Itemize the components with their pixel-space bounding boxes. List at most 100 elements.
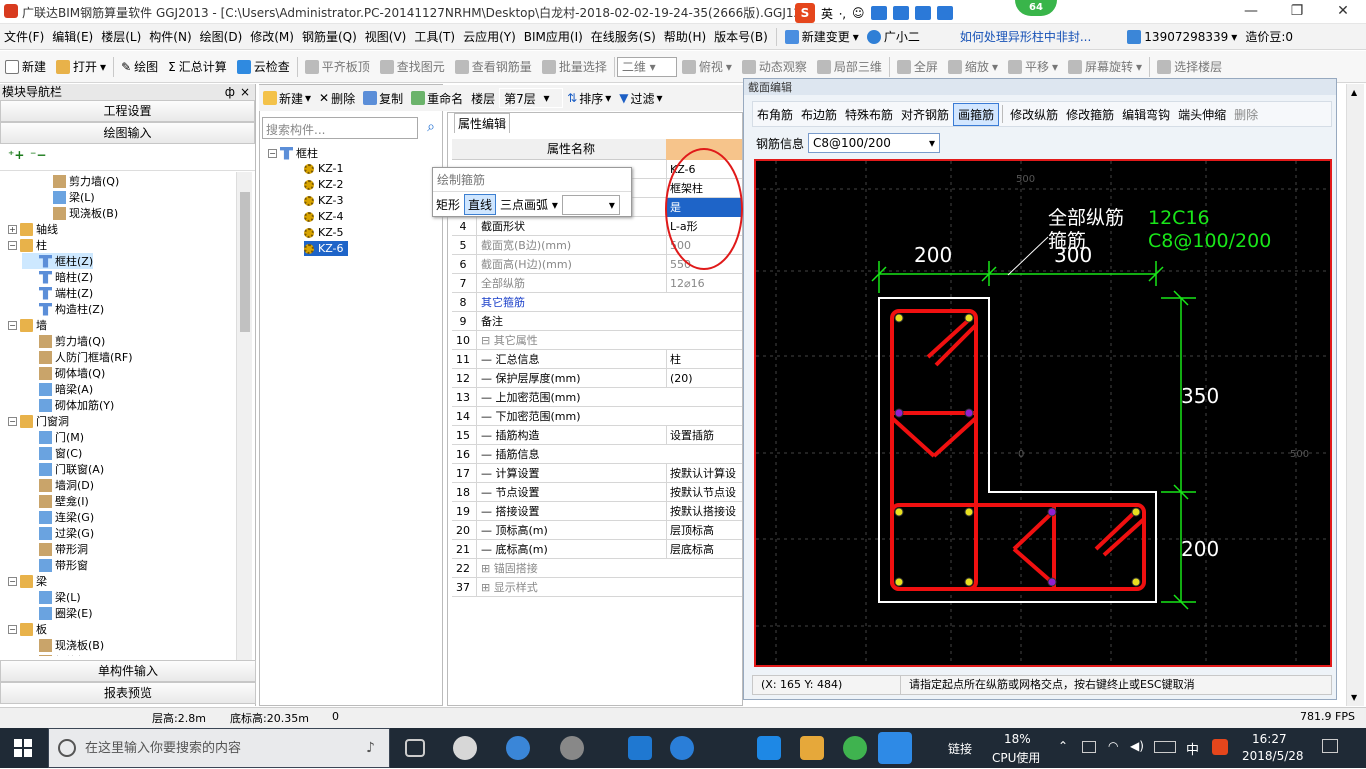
tree-item[interactable]: 暗柱(Z) [22, 269, 93, 285]
coins-display[interactable]: 造价豆:0 [1241, 28, 1297, 45]
tree-item[interactable]: 门联窗(A) [22, 461, 104, 477]
modify-long-rebar-button[interactable]: 修改纵筋 [1006, 104, 1062, 125]
tree-item[interactable]: 墙洞(D) [22, 477, 94, 493]
emoji-icon[interactable]: ☺ [852, 6, 865, 20]
user-account[interactable]: 13907298339 ▾ [1123, 29, 1241, 44]
property-row[interactable]: 20 — 顶标高(m) 层顶标高 [452, 521, 742, 540]
active-app-icon[interactable] [878, 732, 912, 764]
edit-hook-button[interactable]: 编辑弯钩 [1118, 104, 1174, 125]
tree-item[interactable]: − 梁 [8, 573, 47, 589]
sum-calc-button[interactable]: Σ 汇总计算 [163, 58, 232, 75]
wifi-icon[interactable]: ◠ [1108, 739, 1118, 753]
tree-item[interactable]: − 墙 [8, 317, 47, 333]
local-3d-button[interactable]: 局部三维 [812, 58, 887, 75]
menu-cloud[interactable]: 云应用(Y) [459, 28, 520, 45]
open-file-button[interactable]: 打开 ▾ [51, 58, 111, 75]
collapse-icon[interactable]: − [8, 576, 17, 586]
tree-item[interactable]: 窗(C) [22, 445, 82, 461]
nav-close-icon[interactable]: × [240, 84, 250, 100]
component-item[interactable]: KZ-5 [304, 225, 344, 240]
tree-item[interactable]: 连梁(G) [22, 509, 94, 525]
rename-component-button[interactable]: 重命名 [407, 90, 467, 107]
draw-input-button[interactable]: 绘图输入 [0, 122, 255, 144]
zoom-button[interactable]: 缩放 ▾ [943, 58, 1003, 75]
align-rebar-button[interactable]: 对齐钢筋 [897, 104, 953, 125]
property-row[interactable]: 12 — 保护层厚度(mm) (20) [452, 369, 742, 388]
property-row[interactable]: 10 ⊟ 其它属性 [452, 331, 742, 350]
property-row[interactable]: 13 — 上加密范围(mm) [452, 388, 742, 407]
collapse-icon[interactable]: − [8, 624, 17, 634]
corner-rebar-button[interactable]: 布角筋 [753, 104, 797, 125]
clock-time[interactable]: 16:27 [1252, 732, 1287, 746]
main-vertical-scrollbar[interactable]: ▲ ▼ [1346, 84, 1364, 706]
close-button[interactable]: ✕ [1320, 0, 1366, 24]
keyboard-tray-icon[interactable] [1154, 741, 1176, 753]
draw-button[interactable]: ✎ 绘图 [116, 58, 163, 75]
cloud-check-button[interactable]: 云检查 [232, 58, 295, 75]
minimize-button[interactable]: — [1228, 0, 1274, 24]
tree-item[interactable]: 壁龛(I) [22, 493, 89, 509]
special-rebar-button[interactable]: 特殊布筋 [841, 104, 897, 125]
arc-mode-button[interactable]: 三点画弧 ▾ [500, 196, 558, 213]
sogou-icon[interactable]: S [795, 3, 815, 23]
score-badge[interactable]: 64 [1015, 0, 1057, 16]
skin-icon[interactable] [914, 6, 931, 20]
clock-date[interactable]: 2018/5/28 [1242, 749, 1304, 763]
edge-icon[interactable] [628, 736, 652, 760]
section-canvas[interactable]: 500 0 500 200 300 350 200 全部纵筋 箍筋 12C16 [754, 159, 1332, 667]
menu-bim[interactable]: BIM应用(I) [520, 28, 587, 45]
component-item[interactable]: KZ-1 [304, 161, 344, 176]
help-link[interactable]: 如何处理异形柱中非封... [956, 28, 1095, 45]
menu-modify[interactable]: 修改(M) [246, 28, 298, 45]
sort-button[interactable]: ⇅ 排序 ▾ [563, 90, 615, 107]
level-top-button[interactable]: 平齐板顶 [300, 58, 375, 75]
tree-item[interactable]: − 门窗洞 [8, 413, 69, 429]
tree-item[interactable]: 人防门框墙(RF) [22, 349, 133, 365]
browser-360-icon[interactable] [843, 736, 867, 760]
expand-all-icon[interactable]: ⁺+ [8, 148, 24, 162]
fullscreen-button[interactable]: 全屏 [892, 58, 943, 75]
menu-draw[interactable]: 绘图(D) [196, 28, 247, 45]
collapse-icon[interactable]: − [8, 320, 17, 330]
component-item[interactable]: KZ-3 [304, 193, 344, 208]
tree-item[interactable]: 梁(L) [36, 189, 95, 205]
floor-select[interactable]: 第7层 ▾ [499, 88, 564, 108]
scroll-down-icon[interactable]: ▼ [1351, 693, 1357, 702]
tree-item[interactable]: 过梁(G) [22, 525, 94, 541]
tree-item[interactable]: 构造柱(Z) [22, 301, 104, 317]
keyboard-icon[interactable] [892, 6, 909, 20]
component-item[interactable]: KZ-4 [304, 209, 344, 224]
modify-stirrup-button[interactable]: 修改箍筋 [1062, 104, 1118, 125]
collapse-toggle[interactable]: − [268, 148, 277, 158]
nav-scroll-thumb[interactable] [240, 192, 250, 332]
property-row[interactable]: 19 — 搭接设置 按默认搭接设 [452, 502, 742, 521]
tree-item[interactable]: 砌体加筋(Y) [22, 397, 114, 413]
top-view-button[interactable]: 俯视 ▾ [677, 58, 737, 75]
sogou-tray-icon[interactable] [1212, 739, 1228, 755]
scroll-up-icon[interactable]: ▲ [1351, 88, 1357, 97]
tree-item[interactable]: 框柱(Z) [22, 253, 94, 269]
property-row[interactable]: 22 ⊞ 锚固搭接 [452, 559, 742, 578]
ime-toolbar[interactable]: S 英 ⸱, ☺ [795, 2, 1000, 24]
settings-app-icon[interactable] [560, 736, 584, 760]
menu-file[interactable]: 文件(F) [0, 28, 48, 45]
property-value[interactable]: 设置插筋 [666, 426, 742, 445]
tab-property-edit[interactable]: 属性编辑 [454, 113, 510, 133]
property-row[interactable]: 15 — 插筋构造 设置插筋 [452, 426, 742, 445]
task-view-icon[interactable] [405, 739, 425, 757]
menu-version[interactable]: 版本号(B) [710, 28, 772, 45]
nav-scrollbar[interactable] [236, 172, 252, 662]
collapse-icon[interactable]: − [8, 416, 17, 426]
windows-start-icon[interactable] [14, 739, 32, 757]
property-row[interactable]: 17 — 计算设置 按默认计算设 [452, 464, 742, 483]
new-component-button[interactable]: 新建 ▾ [259, 90, 315, 107]
tree-item[interactable]: 现浇板(B) [22, 637, 104, 653]
pinwheel-app-icon[interactable] [453, 736, 477, 760]
microphone-icon[interactable]: ♪ [366, 740, 375, 756]
menu-online[interactable]: 在线服务(S) [587, 28, 660, 45]
collapse-all-icon[interactable]: ⁻− [30, 148, 46, 162]
tree-item[interactable]: 螺旋板(B) [22, 653, 104, 656]
menu-edit[interactable]: 编辑(E) [48, 28, 97, 45]
section-drawing[interactable]: 500 0 500 200 300 350 200 全部纵筋 箍筋 12C16 [756, 161, 1330, 665]
line-mode-button[interactable]: 直线 [464, 194, 497, 215]
